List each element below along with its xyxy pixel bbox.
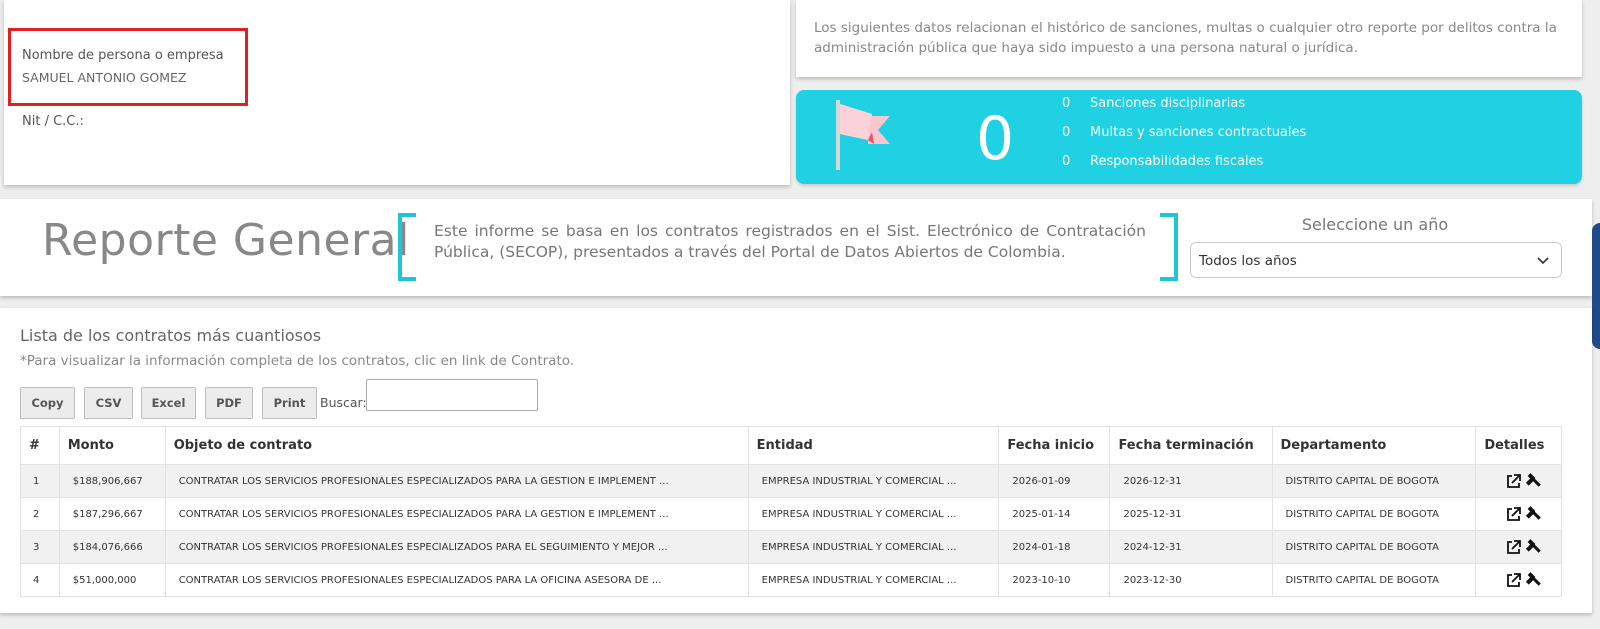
- row-index: 3: [20, 530, 60, 564]
- gavel-icon[interactable]: [1525, 538, 1542, 556]
- row-monto: $187,296,667: [58, 497, 166, 531]
- row-index: 2: [20, 497, 60, 531]
- column-header-index[interactable]: #: [20, 426, 60, 465]
- sanction-row-multas: 0 Multas y sanciones contractuales: [1062, 125, 1306, 140]
- sanction-label: Multas y sanciones contractuales: [1090, 125, 1307, 140]
- sanction-count: 0: [1062, 96, 1071, 111]
- row-detalles: [1475, 563, 1562, 597]
- column-header-detalles: Detalles: [1475, 426, 1562, 465]
- row-detalles: [1475, 530, 1562, 564]
- row-objeto-link[interactable]: CONTRATAR LOS SERVICIOS PROFESIONALES ES…: [164, 497, 749, 531]
- sanctions-total: 0: [976, 104, 1015, 174]
- row-entidad: EMPRESA INDUSTRIAL Y COMERCIAL ...: [747, 497, 1000, 531]
- report-header: Reporte General Este informe se basa en …: [0, 199, 1592, 296]
- flag-icon: [836, 100, 890, 170]
- search-input[interactable]: [366, 379, 538, 411]
- row-objeto-link[interactable]: CONTRATAR LOS SERVICIOS PROFESIONALES ES…: [164, 563, 749, 597]
- intro-card: Los siguientes datos relacionan el histó…: [796, 0, 1582, 77]
- external-link-icon[interactable]: [1505, 473, 1522, 490]
- column-header-monto[interactable]: Monto: [58, 426, 166, 465]
- sanction-label: Sanciones disciplinarias: [1090, 96, 1246, 111]
- column-header-fecha-terminacion[interactable]: Fecha terminación: [1109, 426, 1273, 465]
- row-fecha-fin: 2026-12-31: [1109, 464, 1273, 498]
- column-header-objeto[interactable]: Objeto de contrato: [164, 426, 749, 465]
- row-fecha-inicio: 2023-10-10: [998, 563, 1111, 597]
- row-monto: $188,906,667: [58, 464, 166, 498]
- intro-text: Los siguientes datos relacionan el histó…: [814, 20, 1557, 56]
- row-departamento: DISTRITO CAPITAL DE BOGOTA: [1271, 464, 1477, 498]
- sanction-count: 0: [1062, 154, 1071, 169]
- external-link-icon[interactable]: [1505, 539, 1522, 556]
- row-monto: $51,000,000: [58, 563, 166, 597]
- sanction-row-disciplinarias: 0 Sanciones disciplinarias: [1062, 96, 1245, 111]
- external-link-icon[interactable]: [1505, 572, 1522, 589]
- gavel-icon[interactable]: [1525, 571, 1542, 589]
- page-title: Reporte General: [42, 215, 410, 266]
- row-departamento: DISTRITO CAPITAL DE BOGOTA: [1271, 497, 1477, 531]
- row-entidad: EMPRESA INDUSTRIAL Y COMERCIAL ...: [747, 563, 1000, 597]
- sanction-label: Responsabilidades fiscales: [1090, 154, 1264, 169]
- gavel-icon[interactable]: [1525, 472, 1542, 490]
- search-label: Buscar:: [320, 395, 367, 410]
- column-header-departamento[interactable]: Departamento: [1271, 426, 1477, 465]
- row-departamento: DISTRITO CAPITAL DE BOGOTA: [1271, 563, 1477, 597]
- print-button[interactable]: Print: [262, 387, 317, 419]
- column-header-fecha-inicio[interactable]: Fecha inicio: [998, 426, 1111, 465]
- row-fecha-fin: 2025-12-31: [1109, 497, 1273, 531]
- contracts-hint: *Para visualizar la información completa…: [20, 353, 575, 369]
- external-link-icon[interactable]: [1505, 506, 1522, 523]
- row-fecha-inicio: 2025-01-14: [998, 497, 1111, 531]
- copy-button[interactable]: Copy: [20, 387, 75, 419]
- row-objeto-link[interactable]: CONTRATAR LOS SERVICIOS PROFESIONALES ES…: [164, 464, 749, 498]
- highlight-box: [8, 28, 248, 106]
- sanction-row-fiscales: 0 Responsabilidades fiscales: [1062, 154, 1263, 169]
- row-index: 4: [20, 563, 60, 597]
- row-fecha-fin: 2024-12-31: [1109, 530, 1273, 564]
- contracts-title: Lista de los contratos más cuantiosos: [20, 326, 322, 345]
- row-monto: $184,076,666: [58, 530, 166, 564]
- contracts-table: # Monto Objeto de contrato Entidad Fecha…: [20, 426, 1562, 597]
- table-row: 4 $51,000,000 CONTRATAR LOS SERVICIOS PR…: [20, 563, 1562, 597]
- csv-button[interactable]: CSV: [84, 387, 133, 419]
- contracts-section: Lista de los contratos más cuantiosos *P…: [0, 308, 1592, 613]
- row-fecha-inicio: 2026-01-09: [998, 464, 1111, 498]
- person-name-value: SAMUEL ANTONIO GOMEZ: [22, 70, 187, 85]
- report-description: Este informe se basa en los contratos re…: [434, 222, 1146, 261]
- row-entidad: EMPRESA INDUSTRIAL Y COMERCIAL ...: [747, 530, 1000, 564]
- row-detalles: [1475, 497, 1562, 531]
- row-objeto-link[interactable]: CONTRATAR LOS SERVICIOS PROFESIONALES ES…: [164, 530, 749, 564]
- table-row: 2 $187,296,667 CONTRATAR LOS SERVICIOS P…: [20, 497, 1562, 531]
- row-index: 1: [20, 464, 60, 498]
- sanctions-card: 0 0 Sanciones disciplinarias 0 Multas y sa…: [796, 90, 1582, 184]
- person-card: Nombre de persona o empresa SAMUEL ANTON…: [4, 0, 790, 185]
- table-row: 3 $184,076,666 CONTRATAR LOS SERVICIOS P…: [20, 530, 1562, 564]
- pdf-button[interactable]: PDF: [205, 387, 253, 419]
- year-select-label: Seleccione un año: [1301, 215, 1449, 234]
- row-fecha-inicio: 2024-01-18: [998, 530, 1111, 564]
- row-departamento: DISTRITO CAPITAL DE BOGOTA: [1271, 530, 1477, 564]
- table-row: 1 $188,906,667 CONTRATAR LOS SERVICIOS P…: [20, 464, 1562, 498]
- row-fecha-fin: 2023-12-30: [1109, 563, 1273, 597]
- person-name-label: Nombre de persona o empresa: [22, 48, 224, 63]
- row-detalles: [1475, 464, 1562, 498]
- excel-button[interactable]: Excel: [141, 387, 196, 419]
- column-header-entidad[interactable]: Entidad: [747, 426, 1000, 465]
- year-select[interactable]: Todos los años: [1190, 242, 1562, 278]
- gavel-icon[interactable]: [1525, 505, 1542, 523]
- year-select-value: Todos los años: [1199, 253, 1297, 269]
- side-scroll-tab[interactable]: [1592, 223, 1600, 349]
- table-header-row: # Monto Objeto de contrato Entidad Fecha…: [20, 426, 1562, 465]
- nit-label: Nit / C.C.:: [22, 114, 84, 129]
- sanction-count: 0: [1062, 125, 1071, 140]
- row-entidad: EMPRESA INDUSTRIAL Y COMERCIAL ...: [747, 464, 1000, 498]
- bracket-left: [398, 213, 416, 281]
- chevron-down-icon: [1537, 257, 1549, 265]
- bracket-right: [1160, 213, 1178, 281]
